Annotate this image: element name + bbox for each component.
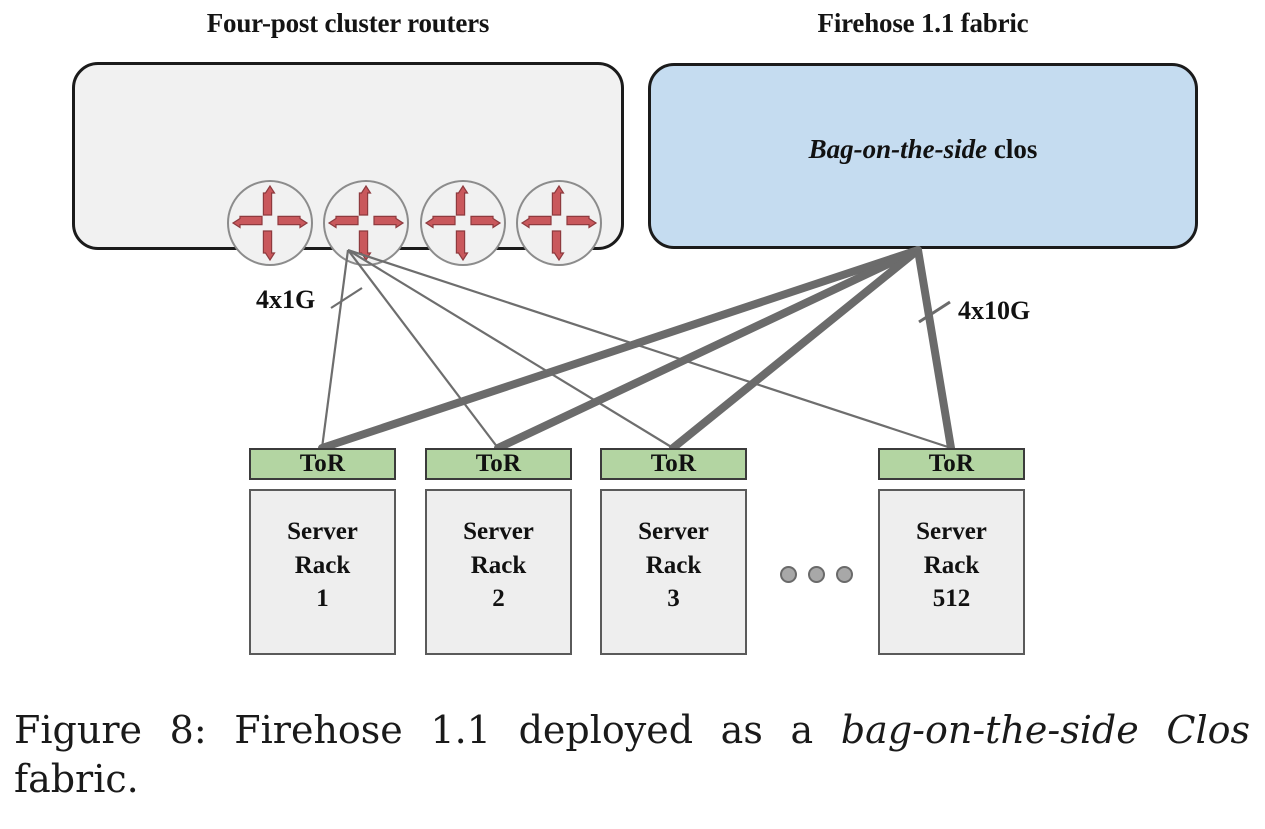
fabric-link-tick-mark bbox=[918, 300, 951, 324]
fabric-label-plain-part: clos bbox=[987, 134, 1038, 164]
rack-label-line-2: Rack bbox=[923, 551, 980, 579]
server-rack-box: Server Rack 3 bbox=[600, 489, 747, 655]
server-rack-box: Server Rack 2 bbox=[425, 489, 572, 655]
figure-8-diagram: Four-post cluster routers Firehose 1.1 f… bbox=[0, 0, 1265, 829]
rack-ellipsis-dots bbox=[780, 566, 853, 583]
ellipsis-dot bbox=[836, 566, 853, 583]
figure-caption: Figure 8: Firehose 1.1 deployed as a bag… bbox=[14, 706, 1250, 805]
rack-column: ToR Server Rack 2 bbox=[425, 448, 572, 655]
fabric-group-title: Firehose 1.1 fabric bbox=[817, 8, 1029, 38]
routers-group-title: Four-post cluster routers bbox=[206, 8, 490, 38]
ellipsis-dot bbox=[808, 566, 825, 583]
caption-italic-term: bag-on-the-side Clos bbox=[840, 708, 1250, 752]
router-cross-arrows-icon bbox=[323, 180, 409, 266]
rack-label-line-1: Server bbox=[463, 518, 534, 545]
rack-label-line-3: 3 bbox=[667, 585, 680, 612]
caption-suffix: fabric. bbox=[14, 757, 139, 802]
rack-column: ToR Server Rack 3 bbox=[600, 448, 747, 655]
router-cross-arrows-icon bbox=[516, 180, 602, 266]
rack-label-line-1: Server bbox=[916, 518, 987, 545]
link-label-4x1g: 4x1G bbox=[256, 285, 316, 314]
legacy-1g-links bbox=[320, 248, 952, 450]
legacy-link-tick-mark bbox=[330, 287, 363, 309]
firehose-fabric-panel: Bag-on-the-side clos bbox=[648, 63, 1198, 249]
rack-label-line-1: Server bbox=[638, 518, 709, 545]
tor-switch-box: ToR bbox=[425, 448, 572, 480]
tor-switch-box: ToR bbox=[249, 448, 396, 480]
tor-switch-box: ToR bbox=[878, 448, 1025, 480]
router-cross-arrows-icon bbox=[227, 180, 313, 266]
rack-label-line-3: 1 bbox=[316, 585, 329, 612]
rack-label-line-2: Rack bbox=[294, 551, 351, 579]
rack-label-line-3: 2 bbox=[492, 585, 505, 612]
router-cross-arrows-icon bbox=[420, 180, 506, 266]
server-rack-box: Server Rack 1 bbox=[249, 489, 396, 655]
tor-switch-box: ToR bbox=[600, 448, 747, 480]
rack-label-line-1: Server bbox=[287, 518, 358, 545]
rack-label-line-3: 512 bbox=[932, 585, 971, 612]
rack-label-line-2: Rack bbox=[470, 551, 527, 579]
rack-column: ToR Server Rack 1 bbox=[249, 448, 396, 655]
fabric-10g-links bbox=[318, 246, 955, 452]
ellipsis-dot bbox=[780, 566, 797, 583]
fabric-panel-label: Bag-on-the-side clos bbox=[651, 134, 1195, 165]
server-rack-box: Server Rack 512 bbox=[878, 489, 1025, 655]
fabric-label-italic-part: Bag-on-the-side bbox=[808, 134, 988, 164]
four-post-cluster-routers-panel bbox=[72, 62, 624, 266]
rack-label-line-2: Rack bbox=[645, 551, 702, 579]
link-label-4x10g: 4x10G bbox=[958, 296, 1031, 325]
caption-prefix: Figure 8: Firehose 1.1 deployed as a bbox=[14, 708, 841, 752]
rack-column: ToR Server Rack 512 bbox=[878, 448, 1025, 655]
